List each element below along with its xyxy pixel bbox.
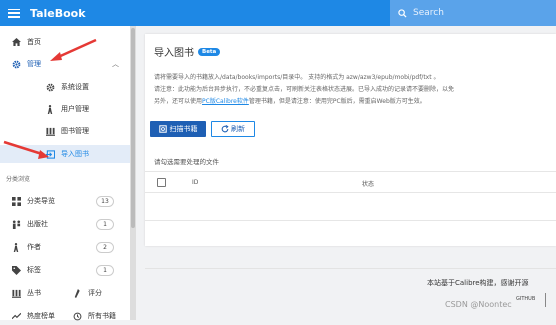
count-badge: 2 [96, 241, 114, 253]
table-header: ID 状态 [145, 171, 556, 193]
sidebar-item-author[interactable]: 作者 2 [0, 238, 130, 256]
refresh-icon [221, 125, 229, 133]
refresh-button[interactable]: 刷新 [211, 121, 255, 137]
description-line: 另外，还可以使用PC版Calibre软件管理书籍，但是请注意：使用完PC版后，需… [154, 96, 426, 105]
sidebar-item-publisher[interactable]: 出版社 1 [0, 215, 130, 233]
sidebar-section-title: 分类浏览 [6, 176, 31, 183]
page-title-text: 导入图书 [154, 48, 194, 59]
sidebar-item-all-books[interactable]: 所有书籍 [72, 307, 130, 325]
column-header-status[interactable]: 状态 [362, 179, 374, 188]
scrollbar-thumb[interactable] [131, 28, 135, 228]
sidebar-item-categories[interactable]: 分类导览 13 [0, 192, 130, 210]
github-link[interactable]: GITHUB [516, 296, 535, 302]
refresh-label: 刷新 [231, 125, 245, 133]
sidebar-item-label: 标签 [27, 266, 41, 274]
sidebar-scrollbar[interactable] [130, 26, 136, 320]
select-all-checkbox[interactable] [157, 178, 166, 187]
annotation-arrow-icon [50, 38, 97, 61]
footer: 本站基于Calibre构建，感谢开源 GITHUB [145, 268, 556, 320]
user-walking-icon [45, 104, 55, 114]
watermark: CSDN @Noontec [445, 300, 512, 309]
sidebar: 首页 管理 ︿ 系统设置 用户管理 图书管理 导入图书 分类浏览 分类导览 13… [0, 26, 130, 320]
user-walking-icon [11, 242, 21, 252]
gear-icon [11, 60, 21, 69]
page-title: 导入图书 Beta [154, 44, 221, 59]
books-icon [11, 289, 21, 298]
sidebar-item-label: 管理 [27, 60, 41, 68]
count-badge: 1 [96, 264, 114, 276]
annotation-arrow-icon [3, 140, 49, 159]
sidebar-item-label: 图书管理 [61, 127, 89, 135]
description-line: 请注意：此功能为后台异步执行，不必重复点击，可刷新关注表格状态进展。已导入成功的… [154, 86, 455, 93]
sidebar-item-label: 首页 [27, 38, 41, 46]
sidebar-item-tags[interactable]: 标签 1 [0, 261, 130, 279]
choose-files-label: 请勾选需要处理的文件 [154, 158, 219, 166]
home-icon [11, 38, 21, 46]
calibre-link[interactable]: PC版Calibre软件 [202, 98, 249, 105]
chevron-up-icon[interactable]: ︿ [112, 59, 119, 69]
sidebar-item-label: 作者 [27, 243, 41, 251]
rating-icon [72, 288, 82, 298]
scan-icon [158, 125, 167, 133]
sidebar-item-label: 用户管理 [61, 105, 89, 113]
search-input[interactable]: Search [413, 8, 444, 18]
tag-icon [11, 265, 21, 275]
sidebar-item-rating[interactable]: 评分 [72, 284, 130, 302]
scan-books-button[interactable]: 扫描书籍 [150, 121, 206, 137]
hamburger-menu-icon[interactable] [8, 8, 20, 18]
gear-icon [45, 83, 55, 92]
publisher-icon [11, 219, 21, 229]
grid-icon [11, 196, 21, 206]
sidebar-item-books[interactable]: 图书管理 [0, 122, 130, 140]
description-text: 管理书籍，但是请注意：使用完PC版后，需重启Web版方可生效。 [248, 98, 426, 105]
description-text: 另外，还可以使用 [154, 98, 203, 105]
sidebar-item-label: 评分 [88, 289, 102, 297]
sidebar-item-users[interactable]: 用户管理 [0, 100, 130, 118]
sidebar-item-label: 系统设置 [61, 83, 89, 91]
footer-text: 本站基于Calibre构建，感谢开源 [427, 279, 529, 287]
sidebar-item-label: 丛书 [27, 289, 41, 297]
beta-badge: Beta [198, 47, 221, 56]
sidebar-item-label: 分类导览 [27, 197, 55, 205]
description-line: 请将需要导入的书籍放入/data/books/imports/目录中。 支持的格… [154, 74, 440, 81]
column-header-id[interactable]: ID [192, 179, 198, 186]
sidebar-item-label: 导入图书 [61, 150, 89, 158]
sidebar-item-label: 出版社 [27, 220, 48, 228]
search-box[interactable]: Search [390, 0, 556, 26]
history-icon [72, 312, 82, 321]
sidebar-item-settings[interactable]: 系统设置 [0, 78, 130, 96]
divider [545, 293, 546, 307]
count-badge: 1 [96, 218, 114, 230]
search-icon [398, 8, 407, 18]
table-empty-row [145, 193, 556, 221]
import-card: 导入图书 Beta 请将需要导入的书籍放入/data/books/imports… [145, 34, 556, 246]
trending-icon [11, 312, 21, 320]
app-title[interactable]: TaleBook [30, 7, 86, 20]
books-icon [45, 127, 55, 136]
count-badge: 13 [96, 195, 114, 207]
scan-books-label: 扫描书籍 [169, 125, 198, 133]
